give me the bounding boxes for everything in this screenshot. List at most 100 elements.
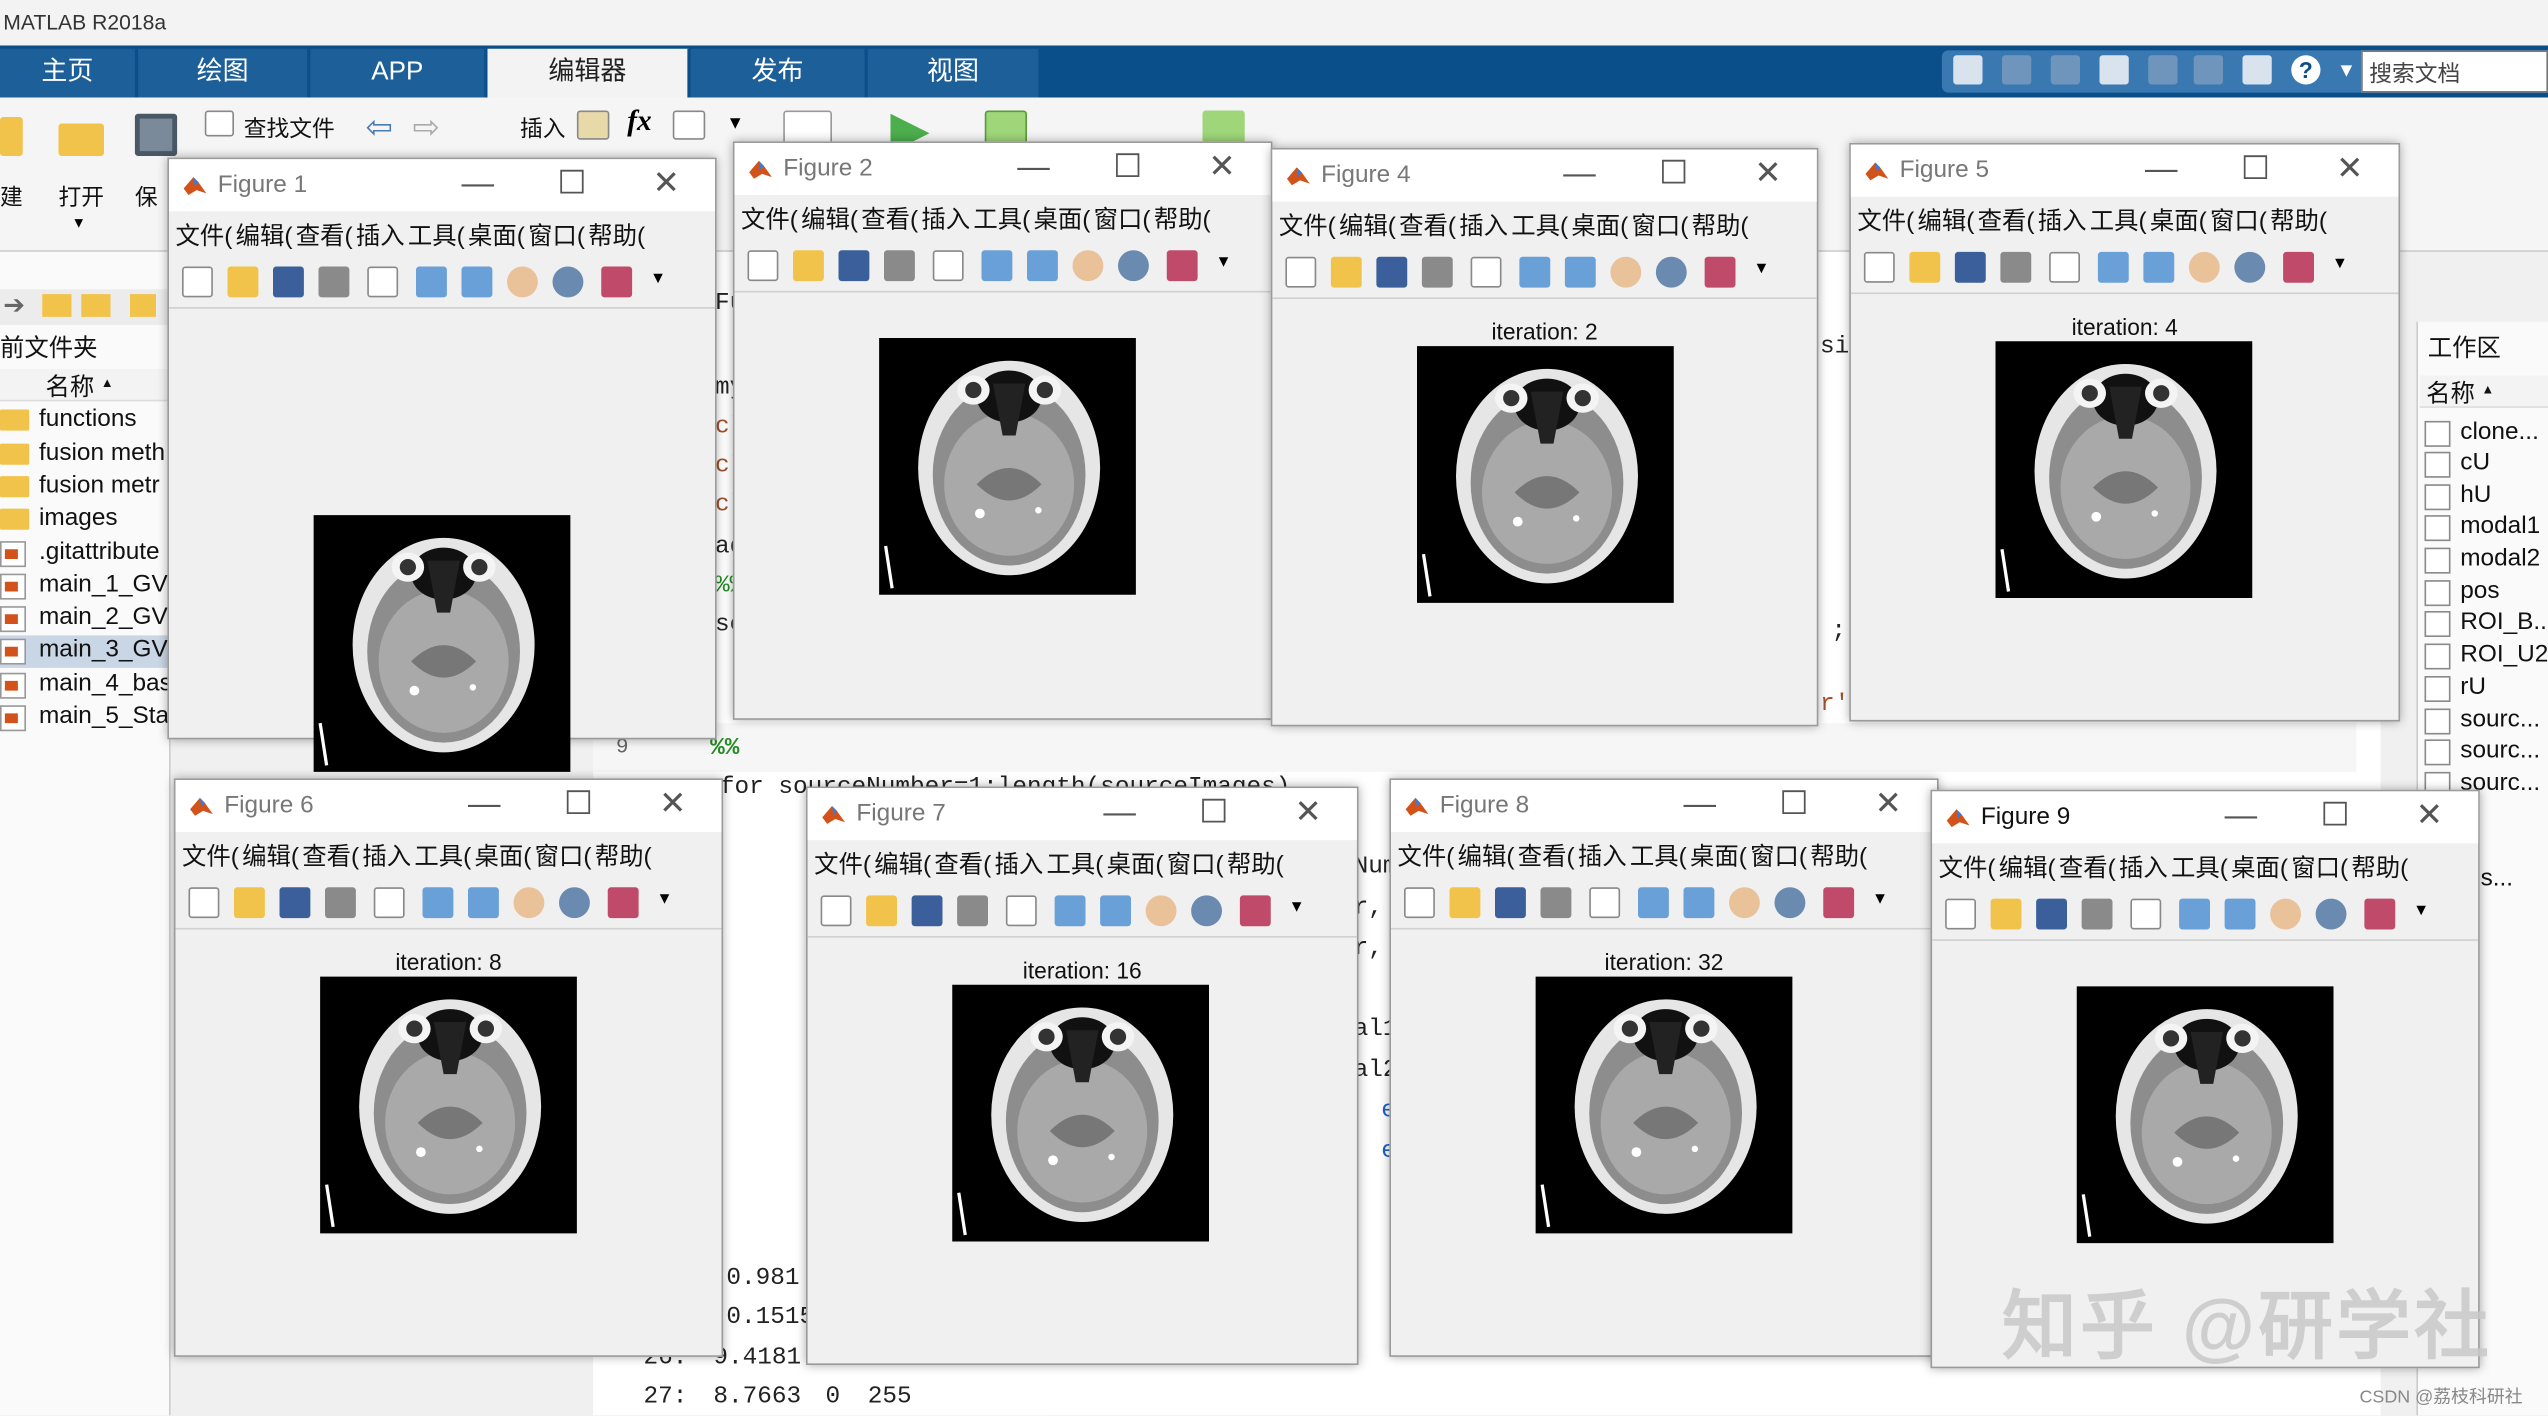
zoom-in-icon[interactable]: [1054, 895, 1086, 927]
close-button[interactable]: ✕: [2330, 151, 2369, 190]
workspace-variable[interactable]: rU: [2420, 673, 2548, 706]
figure-menu-item[interactable]: 桌面(: [468, 223, 525, 251]
figure-menu-item[interactable]: 窗口(: [1167, 852, 1224, 880]
print-icon[interactable]: [2000, 251, 2032, 283]
figure-menu-item[interactable]: 插入: [356, 223, 405, 251]
print-icon[interactable]: [318, 266, 350, 298]
figure-menu-item[interactable]: 编辑(: [1999, 855, 2056, 883]
figure-window[interactable]: Figure 4 — ☐ ✕ 文件(编辑(查看(插入 工具(桌面(窗口(帮助(▼ itera…: [1270, 147, 1819, 727]
zoom-out-icon[interactable]: [1683, 887, 1715, 919]
minimize-button[interactable]: —: [2142, 151, 2181, 190]
tab-apps[interactable]: APP: [310, 48, 486, 98]
workspace-variable[interactable]: ROI_B...: [2420, 608, 2548, 641]
file-list-item[interactable]: main_1_GV: [0, 570, 171, 603]
open-file-icon[interactable]: [866, 895, 897, 927]
maximize-button[interactable]: ☐: [553, 166, 592, 205]
browse-folder-icon[interactable]: [81, 294, 111, 317]
tab-publish[interactable]: 发布: [690, 48, 867, 98]
file-list-item[interactable]: images: [0, 504, 171, 537]
new-figure-icon[interactable]: [182, 266, 213, 298]
workspace-variable[interactable]: modal1: [2420, 512, 2548, 545]
file-list-item[interactable]: .gitattribute: [0, 538, 171, 571]
figure-menu-item[interactable]: 文件(: [182, 843, 239, 871]
minimize-button[interactable]: —: [1680, 787, 1719, 826]
switch-windows-icon[interactable]: [2242, 55, 2272, 85]
pan-icon[interactable]: [1729, 887, 1760, 919]
workspace-variable[interactable]: cU: [2420, 449, 2548, 482]
figure-menu-item[interactable]: 帮助(: [588, 223, 645, 251]
fx-icon[interactable]: fx: [627, 104, 651, 138]
zoom-out-icon[interactable]: [1564, 256, 1596, 288]
find-files-button[interactable]: 查找文件: [244, 112, 335, 145]
save-icon[interactable]: [134, 113, 178, 156]
maximize-button[interactable]: ☐: [1775, 787, 1814, 826]
workspace-variable[interactable]: sourc...: [2420, 705, 2548, 738]
pan-icon[interactable]: [1610, 256, 1642, 288]
chevron-down-icon[interactable]: ▼: [1753, 260, 1769, 278]
figure-menu-item[interactable]: 窗口(: [528, 223, 585, 251]
figure-menu-item[interactable]: 插入: [2119, 855, 2168, 883]
help-icon[interactable]: ?: [2291, 55, 2321, 85]
figure-menu-item[interactable]: 文件(: [1398, 843, 1455, 871]
open-file-icon[interactable]: [1449, 887, 1481, 919]
file-list-item[interactable]: fusion meth: [0, 439, 171, 472]
minimize-button[interactable]: —: [458, 166, 497, 205]
maximize-button[interactable]: ☐: [559, 787, 598, 826]
insert-section-icon[interactable]: [576, 110, 610, 140]
chevron-down-icon[interactable]: ▼: [726, 114, 744, 134]
file-list-item[interactable]: main_2_GV: [0, 603, 171, 636]
print-icon[interactable]: [1421, 256, 1453, 288]
workspace-variable[interactable]: clone...: [2420, 418, 2548, 451]
chevron-down-icon[interactable]: ▼: [2332, 255, 2348, 273]
maximize-button[interactable]: ☐: [2236, 151, 2275, 190]
chevron-down-icon[interactable]: ▼: [1216, 254, 1232, 272]
print-icon[interactable]: [957, 895, 988, 927]
save-icon[interactable]: [1495, 887, 1526, 919]
figure-window[interactable]: Figure 7 — ☐ ✕ 文件(编辑(查看(插入 工具(桌面(窗口(帮助(▼ itera…: [806, 786, 1359, 1365]
data-cursor-icon[interactable]: [2364, 898, 2396, 930]
save-icon[interactable]: [1376, 256, 1408, 288]
open-file-icon[interactable]: [1330, 256, 1362, 288]
minimize-button[interactable]: —: [1014, 150, 1053, 189]
rotate-3d-icon[interactable]: [559, 887, 590, 919]
figure-menu-item[interactable]: 窗口(: [535, 843, 592, 871]
print-icon[interactable]: [2081, 898, 2113, 930]
workspace-variable[interactable]: sourc...: [2420, 736, 2548, 769]
data-cursor-icon[interactable]: [1166, 250, 1198, 282]
undo-icon[interactable]: [2148, 55, 2178, 85]
figure-menu-item[interactable]: 桌面(: [2150, 208, 2207, 236]
print-icon[interactable]: [884, 250, 915, 282]
maximize-button[interactable]: ☐: [1108, 150, 1147, 189]
edit-plot-icon[interactable]: [367, 266, 399, 298]
figure-menu-item[interactable]: 工具(: [1630, 843, 1687, 871]
redo-icon[interactable]: [2193, 55, 2223, 85]
figure-menu-item[interactable]: 插入: [362, 843, 411, 871]
figure-title-bar[interactable]: Figure 6 — ☐ ✕: [175, 780, 722, 832]
file-list-item[interactable]: main_3_GV: [0, 635, 171, 668]
file-list-item[interactable]: fusion metr: [0, 471, 171, 504]
save-icon[interactable]: [273, 266, 304, 298]
figure-menu-item[interactable]: 查看(: [1978, 208, 2035, 236]
zoom-out-icon[interactable]: [1100, 895, 1131, 927]
edit-plot-icon[interactable]: [373, 887, 405, 919]
figure-menu-item[interactable]: 插入: [2038, 208, 2087, 236]
rotate-3d-icon[interactable]: [2315, 898, 2347, 930]
figure-menu-item[interactable]: 编辑(: [236, 223, 293, 251]
figure-title-bar[interactable]: Figure 4 — ☐ ✕: [1272, 149, 1817, 202]
new-label[interactable]: 建: [0, 180, 23, 213]
minimize-button[interactable]: —: [465, 787, 504, 826]
save-icon[interactable]: [911, 895, 943, 927]
zoom-in-icon[interactable]: [416, 266, 447, 298]
function-icon[interactable]: [672, 110, 706, 140]
figure-menu-item[interactable]: 工具(: [408, 223, 465, 251]
new-figure-icon[interactable]: [747, 250, 779, 282]
pan-icon[interactable]: [1145, 895, 1177, 927]
new-figure-icon[interactable]: [1404, 887, 1435, 919]
figure-menu-item[interactable]: 桌面(: [2231, 855, 2288, 883]
maximize-button[interactable]: ☐: [1194, 795, 1233, 834]
figure-menu-item[interactable]: 工具(: [2171, 855, 2228, 883]
up-folder-icon[interactable]: [42, 294, 72, 317]
figure-menu-item[interactable]: 文件(: [741, 206, 798, 234]
figure-menu-item[interactable]: 查看(: [861, 206, 918, 234]
zoom-out-icon[interactable]: [2143, 251, 2175, 283]
